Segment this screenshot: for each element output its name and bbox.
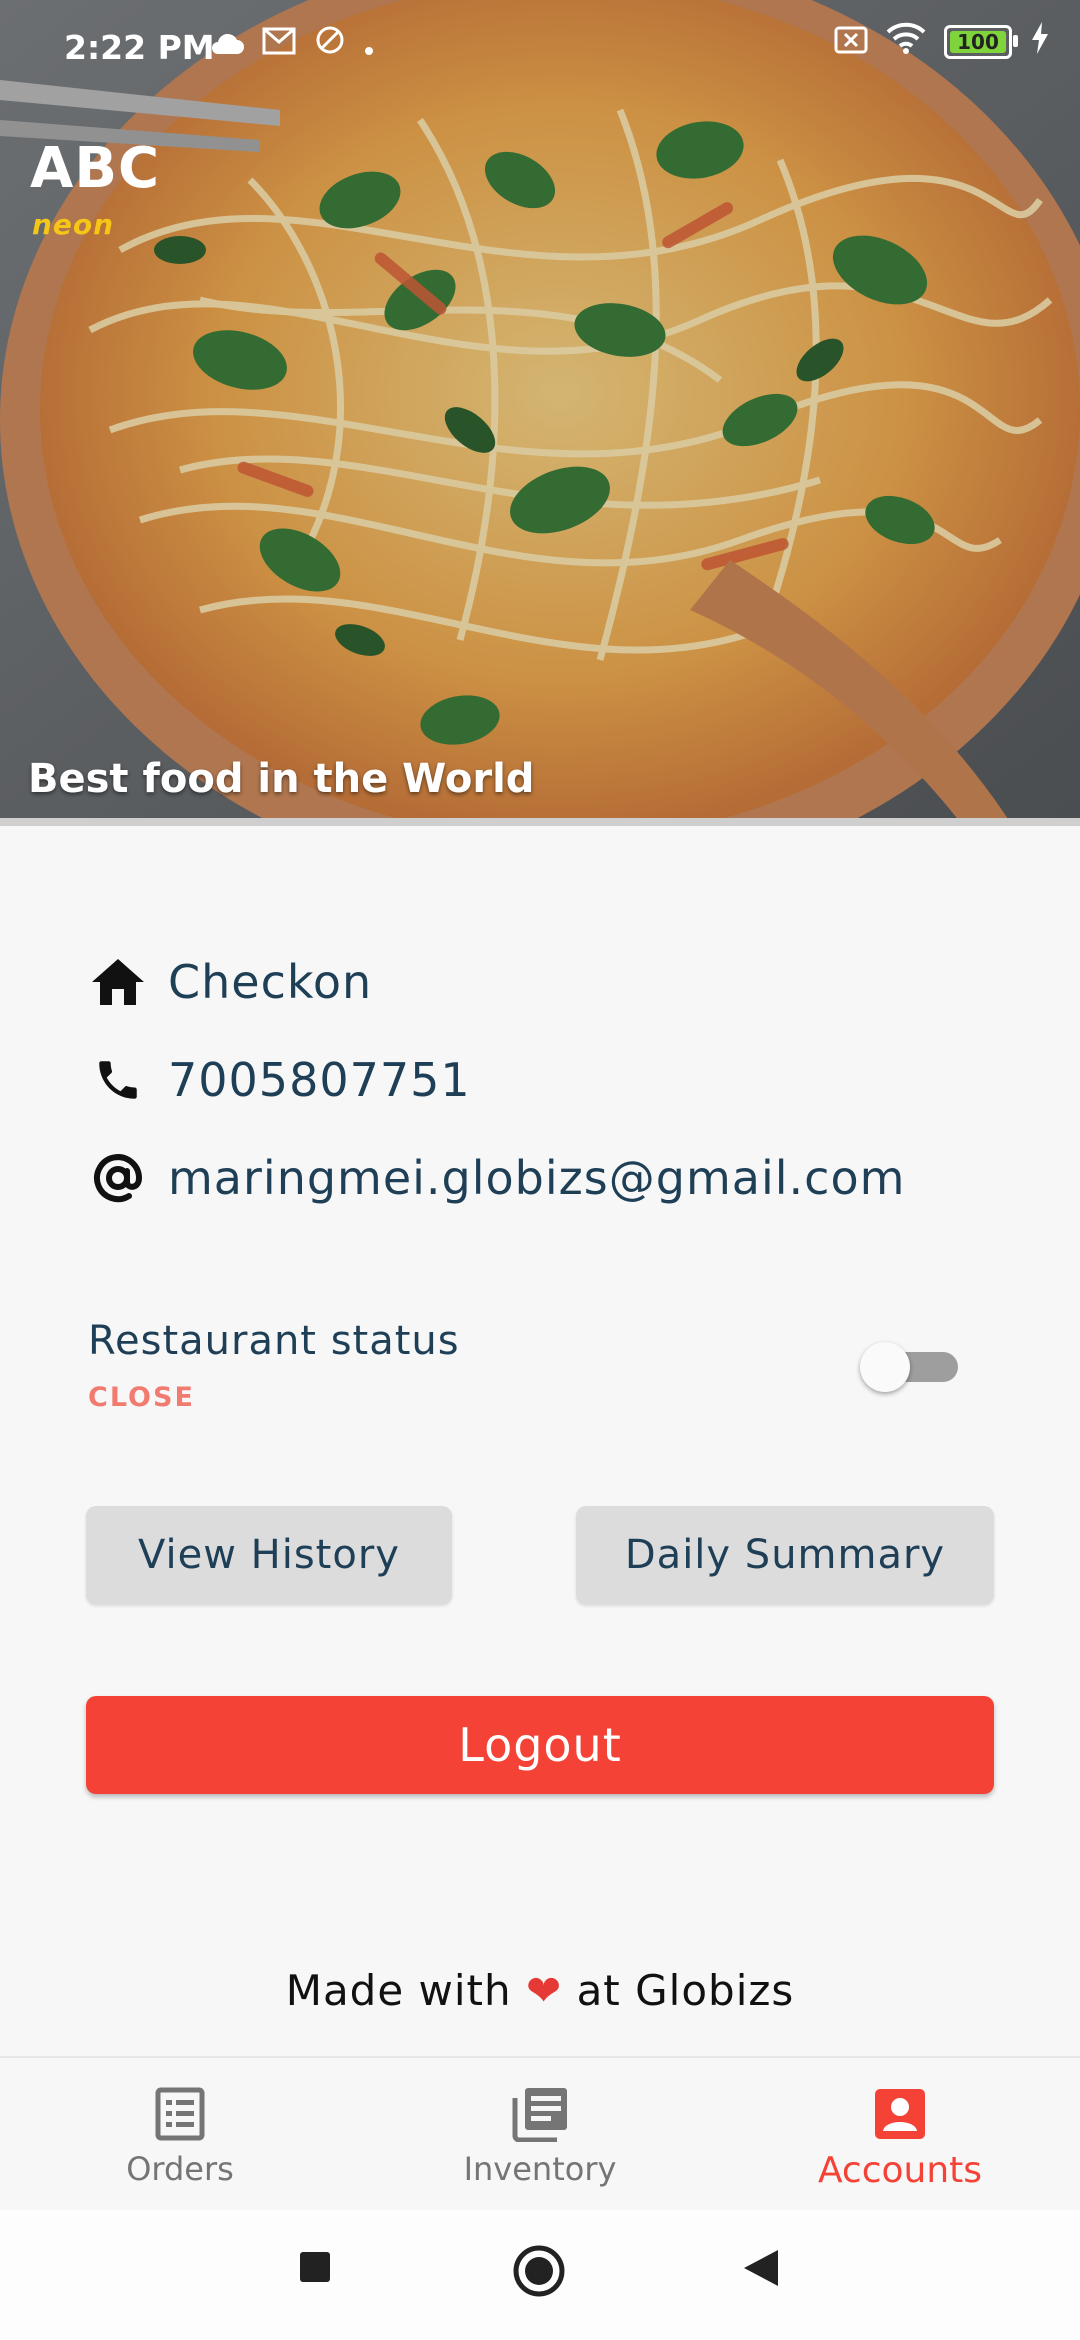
- status-bar: 2:22 PM 100: [0, 0, 1080, 96]
- restaurant-name-row: Checkon: [88, 952, 372, 1012]
- status-time: 2:22 PM: [64, 28, 215, 67]
- noodle-soup-image: [0, 0, 1080, 822]
- nav-inventory-label: Inventory: [463, 2150, 617, 2188]
- gmail-icon: [262, 25, 296, 64]
- home-icon: [88, 952, 148, 1012]
- neon-logo: neon: [32, 208, 115, 241]
- no-sync-icon: [314, 24, 346, 64]
- made-with-suffix: at Globizs: [576, 1966, 795, 2015]
- heart-icon: ❤: [526, 1966, 563, 2015]
- phone-icon: [88, 1050, 148, 1110]
- phone-row: 7005807751: [88, 1050, 471, 1110]
- charging-icon: [1030, 22, 1050, 62]
- logout-button[interactable]: Logout: [86, 1696, 994, 1794]
- bottom-navigation: Orders Inventory Accounts: [0, 2056, 1080, 2212]
- home-circle-icon[interactable]: [512, 2244, 566, 2302]
- made-with-prefix: Made with: [285, 1966, 512, 2015]
- restaurant-name: Checkon: [168, 955, 373, 1009]
- daily-summary-button[interactable]: Daily Summary: [576, 1506, 994, 1604]
- at-icon: [88, 1148, 148, 1208]
- view-history-button[interactable]: View History: [86, 1506, 452, 1604]
- no-sim-icon: [834, 23, 868, 62]
- nav-accounts[interactable]: Accounts: [720, 2058, 1080, 2212]
- recent-apps-icon[interactable]: [298, 2250, 332, 2288]
- nav-accounts-label: Accounts: [817, 2150, 983, 2191]
- nav-orders[interactable]: Orders: [0, 2058, 360, 2212]
- toggle-thumb: [860, 1342, 910, 1392]
- restaurant-status-value: CLOSE: [88, 1382, 195, 1413]
- email-row: maringmei.globizs@gmail.com: [88, 1148, 905, 1208]
- system-navigation-bar: [0, 2210, 1080, 2340]
- battery-icon: 100: [944, 25, 1018, 59]
- inventory-icon: [510, 2084, 570, 2144]
- made-with-footer: Made with ❤ at Globizs: [0, 1966, 1080, 2015]
- hero-divider: [0, 818, 1080, 826]
- nav-orders-label: Orders: [126, 2150, 234, 2188]
- nav-inventory[interactable]: Inventory: [360, 2058, 720, 2212]
- restaurant-status-toggle[interactable]: [860, 1342, 960, 1392]
- email-address: maringmei.globizs@gmail.com: [168, 1151, 906, 1205]
- dot-icon: [364, 25, 374, 64]
- wifi-icon: [886, 22, 926, 62]
- hero-banner: 2:22 PM 100 ABC neon Best food in the Wo…: [0, 0, 1080, 822]
- hero-tagline: Best food in the World: [28, 756, 535, 802]
- restaurant-status-label: Restaurant status: [88, 1318, 460, 1364]
- cloud-icon: [210, 25, 244, 64]
- brand-name: ABC: [30, 136, 161, 201]
- back-icon[interactable]: [742, 2248, 780, 2292]
- phone-number: 7005807751: [168, 1053, 471, 1107]
- battery-level: 100: [957, 30, 999, 54]
- account-box-icon: [870, 2084, 930, 2144]
- orders-icon: [150, 2084, 210, 2144]
